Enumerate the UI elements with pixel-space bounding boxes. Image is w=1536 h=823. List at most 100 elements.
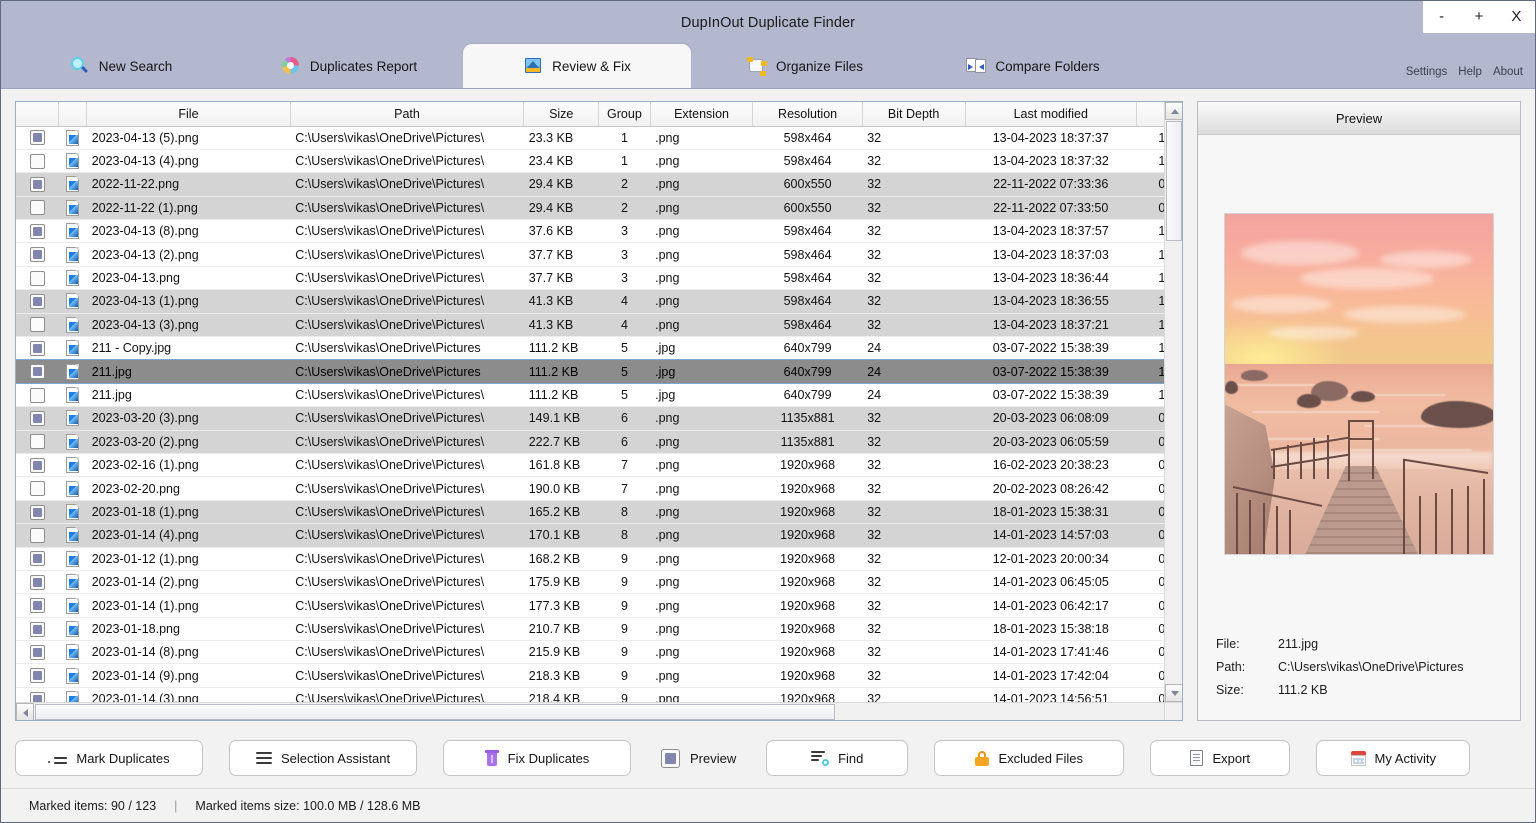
- row-checkbox[interactable]: [30, 481, 45, 496]
- column-header-last-modified[interactable]: Last modified: [965, 102, 1136, 126]
- scroll-down-button[interactable]: [1165, 684, 1183, 702]
- table-row[interactable]: 2023-02-20.pngC:\Users\vikas\OneDrive\Pi…: [16, 477, 1182, 500]
- table-row[interactable]: 2023-01-18 (1).pngC:\Users\vikas\OneDriv…: [16, 500, 1182, 523]
- help-link[interactable]: Help: [1458, 66, 1482, 78]
- row-checkbox-cell[interactable]: [16, 500, 59, 523]
- table-row[interactable]: 211.jpgC:\Users\vikas\OneDrive\Pictures\…: [16, 383, 1182, 406]
- row-checkbox[interactable]: [30, 575, 45, 590]
- row-checkbox-cell[interactable]: [16, 453, 59, 476]
- tab-new-search[interactable]: New Search: [7, 44, 235, 88]
- row-checkbox-cell[interactable]: [16, 126, 59, 149]
- row-checkbox[interactable]: [30, 668, 45, 683]
- table-row[interactable]: 2023-01-14 (4).pngC:\Users\vikas\OneDriv…: [16, 524, 1182, 547]
- table-row[interactable]: 2023-04-13 (8).pngC:\Users\vikas\OneDriv…: [16, 220, 1182, 243]
- table-row[interactable]: 2022-11-22 (1).pngC:\Users\vikas\OneDriv…: [16, 196, 1182, 219]
- table-row[interactable]: 2023-01-14 (1).pngC:\Users\vikas\OneDriv…: [16, 594, 1182, 617]
- table-row[interactable]: 211.jpgC:\Users\vikas\OneDrive\Pictures1…: [16, 360, 1182, 383]
- row-checkbox-cell[interactable]: [16, 290, 59, 313]
- row-checkbox-cell[interactable]: [16, 641, 59, 664]
- preview-checkbox-box[interactable]: [661, 749, 680, 768]
- close-button[interactable]: X: [1498, 1, 1535, 33]
- row-checkbox-cell[interactable]: [16, 337, 59, 360]
- my-activity-button[interactable]: My Activity: [1316, 740, 1470, 776]
- row-checkbox[interactable]: [30, 505, 45, 520]
- table-row[interactable]: 2023-03-20 (3).pngC:\Users\vikas\OneDriv…: [16, 407, 1182, 430]
- row-checkbox-cell[interactable]: [16, 524, 59, 547]
- row-checkbox-cell[interactable]: [16, 266, 59, 289]
- export-button[interactable]: Export: [1150, 740, 1290, 776]
- table-row[interactable]: 2023-02-16 (1).pngC:\Users\vikas\OneDriv…: [16, 453, 1182, 476]
- settings-link[interactable]: Settings: [1406, 66, 1448, 78]
- row-checkbox[interactable]: [30, 177, 45, 192]
- preview-toggle-checkbox[interactable]: Preview: [657, 749, 740, 768]
- row-checkbox[interactable]: [30, 622, 45, 637]
- row-checkbox-cell[interactable]: [16, 664, 59, 687]
- tab-duplicates-report[interactable]: Duplicates Report: [235, 44, 463, 88]
- row-checkbox[interactable]: [30, 294, 45, 309]
- row-checkbox-cell[interactable]: [16, 173, 59, 196]
- table-row[interactable]: 211 - Copy.jpgC:\Users\vikas\OneDrive\Pi…: [16, 337, 1182, 360]
- row-checkbox-cell[interactable]: [16, 383, 59, 406]
- row-checkbox-cell[interactable]: [16, 313, 59, 336]
- row-checkbox[interactable]: [30, 528, 45, 543]
- row-checkbox[interactable]: [30, 434, 45, 449]
- table-row[interactable]: 2023-04-13 (2).pngC:\Users\vikas\OneDriv…: [16, 243, 1182, 266]
- selection-assistant-button[interactable]: Selection Assistant: [229, 740, 417, 776]
- row-checkbox-cell[interactable]: [16, 570, 59, 593]
- column-header-extension[interactable]: Extension: [650, 102, 753, 126]
- column-header-size[interactable]: Size: [524, 102, 599, 126]
- table-row[interactable]: 2023-04-13 (3).pngC:\Users\vikas\OneDriv…: [16, 313, 1182, 336]
- about-link[interactable]: About: [1493, 66, 1523, 78]
- table-row[interactable]: 2023-01-14 (2).pngC:\Users\vikas\OneDriv…: [16, 570, 1182, 593]
- tab-review-and-fix[interactable]: Review & Fix: [463, 44, 691, 88]
- row-checkbox[interactable]: [30, 388, 45, 403]
- horizontal-scroll-thumb[interactable]: [35, 704, 835, 720]
- row-checkbox[interactable]: [30, 271, 45, 286]
- excluded-files-button[interactable]: Excluded Files: [934, 740, 1124, 776]
- column-header-checkbox[interactable]: [16, 102, 59, 126]
- scroll-up-button[interactable]: [1165, 102, 1183, 120]
- row-checkbox[interactable]: [30, 364, 45, 379]
- horizontal-scrollbar[interactable]: [16, 702, 1164, 720]
- table-row[interactable]: 2023-04-13.pngC:\Users\vikas\OneDrive\Pi…: [16, 266, 1182, 289]
- table-row[interactable]: 2022-11-22.pngC:\Users\vikas\OneDrive\Pi…: [16, 173, 1182, 196]
- row-checkbox[interactable]: [30, 341, 45, 356]
- table-row[interactable]: 2023-01-12 (1).pngC:\Users\vikas\OneDriv…: [16, 547, 1182, 570]
- row-checkbox-cell[interactable]: [16, 220, 59, 243]
- vertical-scroll-thumb[interactable]: [1166, 121, 1182, 241]
- table-row[interactable]: 2023-03-20 (2).pngC:\Users\vikas\OneDriv…: [16, 430, 1182, 453]
- column-header-group[interactable]: Group: [599, 102, 650, 126]
- row-checkbox-cell[interactable]: [16, 547, 59, 570]
- row-checkbox[interactable]: [30, 224, 45, 239]
- minimize-button[interactable]: -: [1423, 1, 1460, 33]
- table-row[interactable]: 2023-01-18.pngC:\Users\vikas\OneDrive\Pi…: [16, 617, 1182, 640]
- row-checkbox[interactable]: [30, 551, 45, 566]
- table-row[interactable]: 2023-04-13 (4).pngC:\Users\vikas\OneDriv…: [16, 149, 1182, 172]
- row-checkbox[interactable]: [30, 130, 45, 145]
- row-checkbox[interactable]: [30, 598, 45, 613]
- scroll-left-button[interactable]: [16, 703, 34, 721]
- table-row[interactable]: 2023-04-13 (5).pngC:\Users\vikas\OneDriv…: [16, 126, 1182, 149]
- table-row[interactable]: 2023-01-14 (8).pngC:\Users\vikas\OneDriv…: [16, 641, 1182, 664]
- row-checkbox[interactable]: [30, 458, 45, 473]
- table-row[interactable]: 2023-04-13 (1).pngC:\Users\vikas\OneDriv…: [16, 290, 1182, 313]
- mark-duplicates-button[interactable]: Mark Duplicates: [15, 740, 203, 776]
- row-checkbox[interactable]: [30, 154, 45, 169]
- column-header-path[interactable]: Path: [290, 102, 524, 126]
- column-header-file[interactable]: File: [87, 102, 291, 126]
- row-checkbox-cell[interactable]: [16, 477, 59, 500]
- row-checkbox[interactable]: [30, 247, 45, 262]
- table-row[interactable]: 2023-01-14 (9).pngC:\Users\vikas\OneDriv…: [16, 664, 1182, 687]
- tab-organize-files[interactable]: Organize Files: [691, 44, 919, 88]
- fix-duplicates-button[interactable]: Fix Duplicates: [443, 740, 631, 776]
- row-checkbox[interactable]: [30, 645, 45, 660]
- row-checkbox[interactable]: [30, 200, 45, 215]
- row-checkbox-cell[interactable]: [16, 196, 59, 219]
- find-button[interactable]: Find: [766, 740, 908, 776]
- row-checkbox-cell[interactable]: [16, 149, 59, 172]
- row-checkbox-cell[interactable]: [16, 243, 59, 266]
- vertical-scrollbar[interactable]: [1164, 102, 1182, 702]
- row-checkbox-cell[interactable]: [16, 617, 59, 640]
- tab-compare-folders[interactable]: Compare Folders: [919, 44, 1147, 88]
- column-header-icon[interactable]: [59, 102, 87, 126]
